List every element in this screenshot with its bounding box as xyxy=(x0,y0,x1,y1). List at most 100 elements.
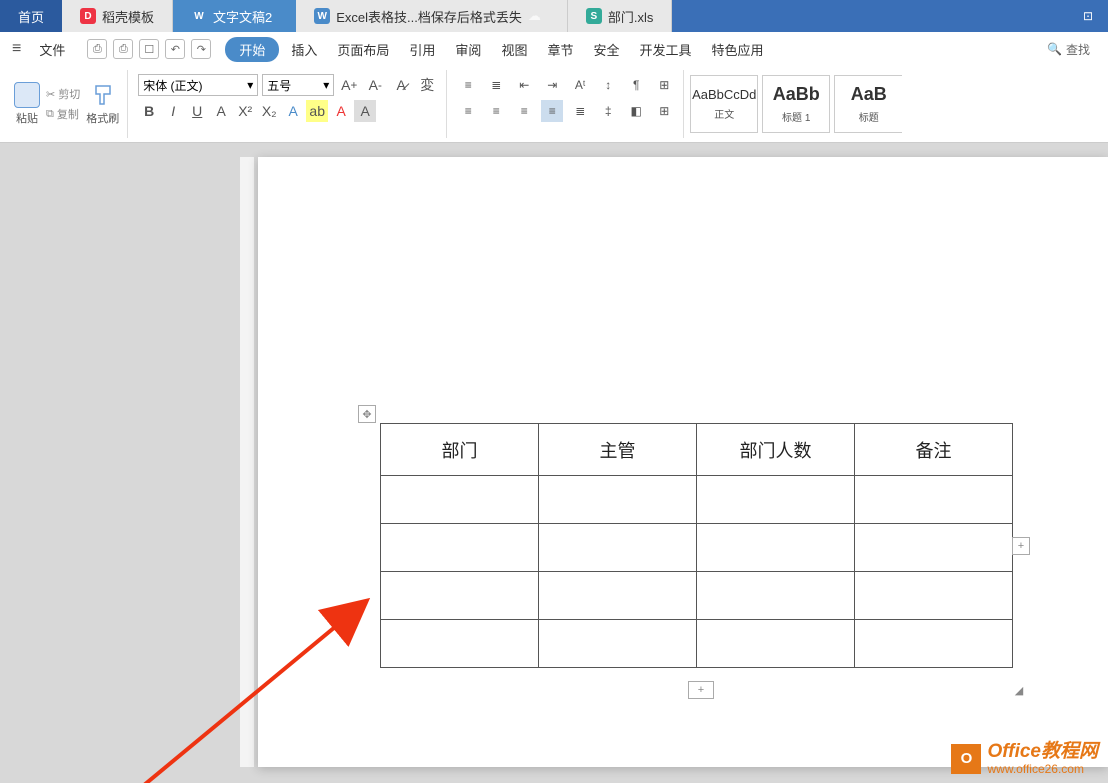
format-painter-button[interactable]: 格式刷 xyxy=(86,82,119,126)
clear-format-button[interactable]: A̷ xyxy=(390,74,412,96)
table-cell[interactable] xyxy=(855,620,1013,668)
table-cell[interactable] xyxy=(381,620,539,668)
table-cell[interactable] xyxy=(855,524,1013,572)
char-shading-button[interactable]: A xyxy=(354,100,376,122)
italic-button[interactable]: I xyxy=(162,100,184,122)
align-justify-button[interactable]: ≡ xyxy=(541,100,563,122)
watermark-icon: O xyxy=(951,744,981,774)
table-cell[interactable] xyxy=(855,572,1013,620)
vertical-ruler[interactable] xyxy=(240,157,254,767)
font-size-select[interactable]: 五号▾ xyxy=(262,74,334,96)
table-cell[interactable] xyxy=(539,572,697,620)
table-header-row[interactable]: 部门 主管 部门人数 备注 xyxy=(381,424,1013,476)
menu-insert[interactable]: 插入 xyxy=(283,36,325,63)
font-name-value: 宋体 (正文) xyxy=(143,77,202,94)
highlight-button[interactable]: ab xyxy=(306,100,328,122)
cut-button[interactable]: ✂剪切 xyxy=(46,86,80,102)
sort-button[interactable]: Aᵗ xyxy=(569,74,591,96)
para-mark-button[interactable]: ¶ xyxy=(625,74,647,96)
shrink-font-button[interactable]: A- xyxy=(364,74,386,96)
print-icon[interactable]: ⎙ xyxy=(113,39,133,59)
font-color-button[interactable]: A xyxy=(330,100,352,122)
table-header-cell[interactable]: 备注 xyxy=(855,424,1013,476)
underline-button[interactable]: U xyxy=(186,100,208,122)
align-left-button[interactable]: ≡ xyxy=(457,100,479,122)
tab-home[interactable]: 首页 xyxy=(0,0,62,32)
bold-button[interactable]: B xyxy=(138,100,160,122)
outdent-button[interactable]: ⇤ xyxy=(513,74,535,96)
table-cell[interactable] xyxy=(381,572,539,620)
font-name-select[interactable]: 宋体 (正文)▾ xyxy=(138,74,258,96)
table-row[interactable] xyxy=(381,572,1013,620)
table-cell[interactable] xyxy=(697,524,855,572)
style-title[interactable]: AaB 标题 xyxy=(834,75,902,133)
save-icon[interactable]: ⎙ xyxy=(87,39,107,59)
grow-font-button[interactable]: A+ xyxy=(338,74,360,96)
table-cell[interactable] xyxy=(697,572,855,620)
table-row[interactable] xyxy=(381,476,1013,524)
table-row[interactable] xyxy=(381,620,1013,668)
tab-dept-xls[interactable]: S 部门.xls xyxy=(568,0,673,32)
distribute-button[interactable]: ≣ xyxy=(569,100,591,122)
align-right-button[interactable]: ≡ xyxy=(513,100,535,122)
superscript-button[interactable]: X² xyxy=(234,100,256,122)
table-header-cell[interactable]: 部门人数 xyxy=(697,424,855,476)
table-cell[interactable] xyxy=(539,476,697,524)
table-cell[interactable] xyxy=(539,524,697,572)
chevron-down-icon: ▾ xyxy=(323,78,329,92)
document-table[interactable]: 部门 主管 部门人数 备注 xyxy=(380,423,1013,668)
table-cell[interactable] xyxy=(539,620,697,668)
line-spacing2-button[interactable]: ‡ xyxy=(597,100,619,122)
shading-button[interactable]: ◧ xyxy=(625,100,647,122)
menu-review[interactable]: 审阅 xyxy=(447,36,489,63)
table-cell[interactable] xyxy=(697,620,855,668)
tab-current-doc[interactable]: W 文字文稿2 xyxy=(173,0,296,32)
table-cell[interactable] xyxy=(381,524,539,572)
table-header-cell[interactable]: 部门 xyxy=(381,424,539,476)
numbering-button[interactable]: ≣ xyxy=(485,74,507,96)
table-cell[interactable] xyxy=(855,476,1013,524)
subscript-button[interactable]: X₂ xyxy=(258,100,280,122)
menu-view[interactable]: 视图 xyxy=(493,36,535,63)
add-row-handle[interactable]: + xyxy=(688,681,714,699)
copy-button[interactable]: ⧉复制 xyxy=(46,106,80,122)
tab-label: 文字文稿2 xyxy=(213,7,272,26)
table-header-cell[interactable]: 主管 xyxy=(539,424,697,476)
watermark: O Office教程网 www.office26.com xyxy=(951,742,1098,776)
menu-special[interactable]: 特色应用 xyxy=(704,36,772,63)
align-center-button[interactable]: ≡ xyxy=(485,100,507,122)
table-move-handle[interactable]: ✥ xyxy=(358,405,376,423)
table-row[interactable] xyxy=(381,524,1013,572)
undo-icon[interactable]: ↶ xyxy=(165,39,185,59)
menu-section[interactable]: 章节 xyxy=(539,36,581,63)
menu-page-layout[interactable]: 页面布局 xyxy=(329,36,397,63)
bullets-button[interactable]: ≡ xyxy=(457,74,479,96)
line-spacing-button[interactable]: ↕ xyxy=(597,74,619,96)
tab-excel-doc[interactable]: W Excel表格技...档保存后格式丢失 ☁ xyxy=(296,0,568,32)
style-normal[interactable]: AaBbCcDd 正文 xyxy=(690,75,758,133)
window-more-icon[interactable]: ⊡ xyxy=(1068,0,1108,32)
text-effect-button[interactable]: A xyxy=(282,100,304,122)
tab-template[interactable]: D 稻壳模板 xyxy=(62,0,173,32)
change-case-button[interactable]: 変 xyxy=(416,74,438,96)
menu-references[interactable]: 引用 xyxy=(401,36,443,63)
menu-developer[interactable]: 开发工具 xyxy=(631,36,699,63)
style-heading1[interactable]: AaBb 标题 1 xyxy=(762,75,830,133)
menu-file[interactable]: 文件 xyxy=(31,36,73,63)
add-column-handle[interactable]: + xyxy=(1012,537,1030,555)
preview-icon[interactable]: ☐ xyxy=(139,39,159,59)
watermark-text: Office教程网 www.office26.com xyxy=(987,742,1098,776)
table-cell[interactable] xyxy=(697,476,855,524)
menu-start[interactable]: 开始 xyxy=(225,37,279,62)
redo-icon[interactable]: ↷ xyxy=(191,39,211,59)
hamburger-icon[interactable]: ≡ xyxy=(6,40,27,58)
borders-button[interactable]: ⊞ xyxy=(653,74,675,96)
menu-security[interactable]: 安全 xyxy=(585,36,627,63)
indent-button[interactable]: ⇥ xyxy=(541,74,563,96)
strikethrough-button[interactable]: A xyxy=(210,100,232,122)
paste-button[interactable]: 粘贴 xyxy=(14,82,40,126)
table-border-button[interactable]: ⊞ xyxy=(653,100,675,122)
search-button[interactable]: 🔍 查找 xyxy=(1035,41,1102,58)
table-resize-handle[interactable]: ◢ xyxy=(1010,681,1028,699)
table-cell[interactable] xyxy=(381,476,539,524)
